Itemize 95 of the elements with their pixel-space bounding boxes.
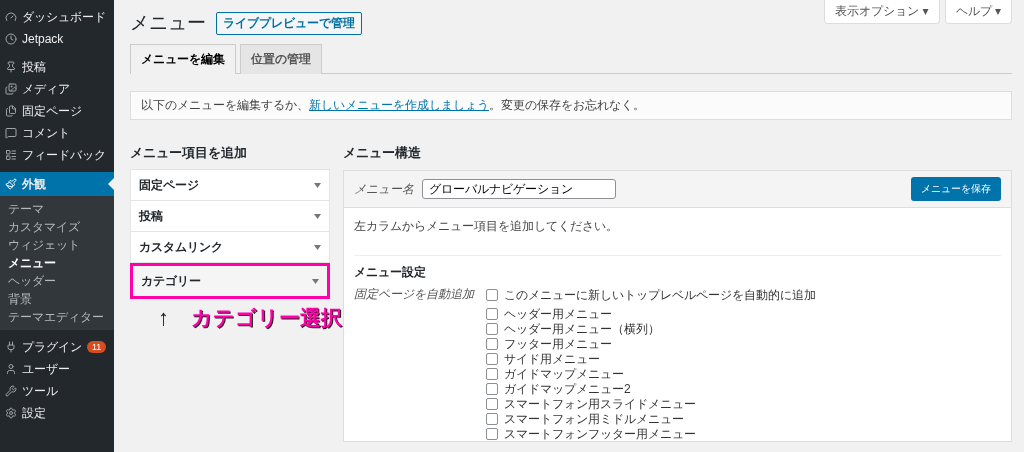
sidebar-item[interactable]: コメント <box>0 122 114 144</box>
submenu-item[interactable]: ウィジェット <box>0 236 114 254</box>
sidebar-label: フィードバック <box>22 146 106 164</box>
sidebar-item[interactable]: 設定 <box>0 402 114 424</box>
tab[interactable]: 位置の管理 <box>240 44 322 74</box>
current-menu-pointer <box>108 178 114 190</box>
checkbox-label: サイド用メニュー <box>504 352 600 366</box>
save-menu-button[interactable]: メニューを保存 <box>911 177 1001 201</box>
section-label: 固定ページ <box>139 176 199 194</box>
checkbox[interactable] <box>486 413 498 425</box>
checkbox[interactable] <box>486 398 498 410</box>
section-label: カテゴリー <box>141 272 201 290</box>
checkbox-label: スマートフォンフッター用メニュー <box>504 427 696 441</box>
sidebar-item[interactable]: フィードバック <box>0 144 114 166</box>
sidebar-item[interactable]: 外観 <box>0 172 114 196</box>
menu-icon <box>5 178 17 190</box>
accordion-section[interactable]: 固定ページ <box>130 169 330 201</box>
checkbox[interactable] <box>486 323 498 335</box>
sidebar-label: プラグイン <box>22 338 82 356</box>
accordion-section[interactable]: カテゴリー <box>130 263 330 299</box>
submenu-item[interactable]: ヘッダー <box>0 272 114 290</box>
sidebar-item[interactable]: ユーザー <box>0 358 114 380</box>
checkbox-label: ヘッダー用メニュー <box>504 307 612 321</box>
sidebar-label: Jetpack <box>22 32 64 46</box>
accordion-section[interactable]: カスタムリンク <box>130 231 330 263</box>
sidebar-item[interactable]: Jetpack <box>0 28 114 50</box>
sidebar-label: ユーザー <box>22 360 70 378</box>
checkbox[interactable] <box>486 338 498 350</box>
checkbox-label: ヘッダー用メニュー（横列） <box>504 322 660 336</box>
submenu-item[interactable]: テーマ <box>0 200 114 218</box>
notice-text: 以下のメニューを編集するか、新しいメニューを作成しましょう。変更の保存をお忘れなく。 <box>130 91 1012 120</box>
caret-icon <box>314 213 321 219</box>
checkbox-label: ガイドマップメニュー <box>504 367 624 381</box>
annotation-arrow: ↑ <box>158 305 169 331</box>
live-preview-button[interactable]: ライブプレビューで管理 <box>216 11 362 35</box>
section-heading: メニュー構造 <box>343 144 422 162</box>
field-label: メニュー名 <box>354 180 414 198</box>
menu-icon <box>5 363 17 375</box>
sidebar-label: ツール <box>22 382 58 400</box>
caret-icon <box>314 182 321 188</box>
sidebar-label: 固定ページ <box>22 102 82 120</box>
menu-icon <box>5 385 17 397</box>
checkbox-label: スマートフォン用スライドメニュー <box>504 397 696 411</box>
tab[interactable]: メニューを編集 <box>130 44 236 74</box>
page-title: メニュー <box>130 11 206 35</box>
setting-label: 固定ページを自動追加 <box>354 286 476 303</box>
settings-heading: メニュー設定 <box>354 264 427 281</box>
submenu-item[interactable]: 背景 <box>0 290 114 308</box>
menu-name-field[interactable]: グローバルナビゲーション <box>422 179 616 199</box>
menu-icon <box>5 105 17 117</box>
sidebar-item[interactable]: ダッシュボード <box>0 6 114 28</box>
checkbox[interactable] <box>486 288 498 301</box>
menu-icon <box>5 11 17 23</box>
menu-icon <box>5 127 17 139</box>
update-count-badge: 11 <box>87 341 107 353</box>
menu-icon <box>5 149 17 161</box>
submenu-item[interactable]: テーマエディター <box>0 308 114 326</box>
checkbox[interactable] <box>486 308 498 320</box>
checkbox-label: スマートフォン用ミドルメニュー <box>504 412 684 426</box>
sidebar-item[interactable]: 固定ページ <box>0 100 114 122</box>
sidebar-item[interactable]: プラグイン 11 <box>0 336 114 358</box>
menu-icon <box>5 407 17 419</box>
sidebar-item[interactable]: メディア <box>0 78 114 100</box>
checkbox[interactable] <box>486 368 498 380</box>
sidebar-item[interactable]: 投稿 <box>0 56 114 78</box>
checkbox[interactable] <box>486 428 498 440</box>
sidebar-label: 設定 <box>22 404 46 422</box>
annotation-text: カテゴリー選択 <box>191 305 342 331</box>
section-label: カスタムリンク <box>139 238 223 256</box>
sidebar-label: メディア <box>22 80 70 98</box>
submenu-item[interactable]: カスタマイズ <box>0 218 114 236</box>
sidebar-label: コメント <box>22 124 70 142</box>
checkbox[interactable] <box>486 353 498 365</box>
sidebar-label: 投稿 <box>22 58 46 76</box>
checkbox-label: ガイドマップメニュー2 <box>504 382 631 396</box>
section-heading: メニュー項目を追加 <box>130 144 248 162</box>
sidebar-label: ダッシュボード <box>22 8 106 26</box>
checkbox[interactable] <box>486 383 498 395</box>
checkbox-label: このメニューに新しいトップレベルページを自動的に追加 <box>504 287 816 302</box>
sidebar-label: 外観 <box>22 175 46 193</box>
accordion-section[interactable]: 投稿 <box>130 200 330 232</box>
instruction-text: 左カラムからメニュー項目を追加してください。 <box>354 218 1001 256</box>
sidebar-item[interactable]: ツール <box>0 380 114 402</box>
screen-meta-button[interactable]: ヘルプ ▾ <box>944 0 1012 24</box>
menu-icon <box>5 61 17 73</box>
menu-icon <box>5 341 17 353</box>
section-label: 投稿 <box>139 207 163 225</box>
menu-icon <box>5 33 17 45</box>
submenu-item[interactable]: メニュー <box>0 254 114 272</box>
checkbox-label: フッター用メニュー <box>504 337 612 351</box>
menu-icon <box>5 83 17 95</box>
screen-meta-button[interactable]: 表示オプション ▾ <box>824 0 940 24</box>
caret-icon <box>314 244 321 250</box>
create-menu-link[interactable]: 新しいメニューを作成しましょう <box>309 98 489 112</box>
caret-icon <box>312 278 319 284</box>
